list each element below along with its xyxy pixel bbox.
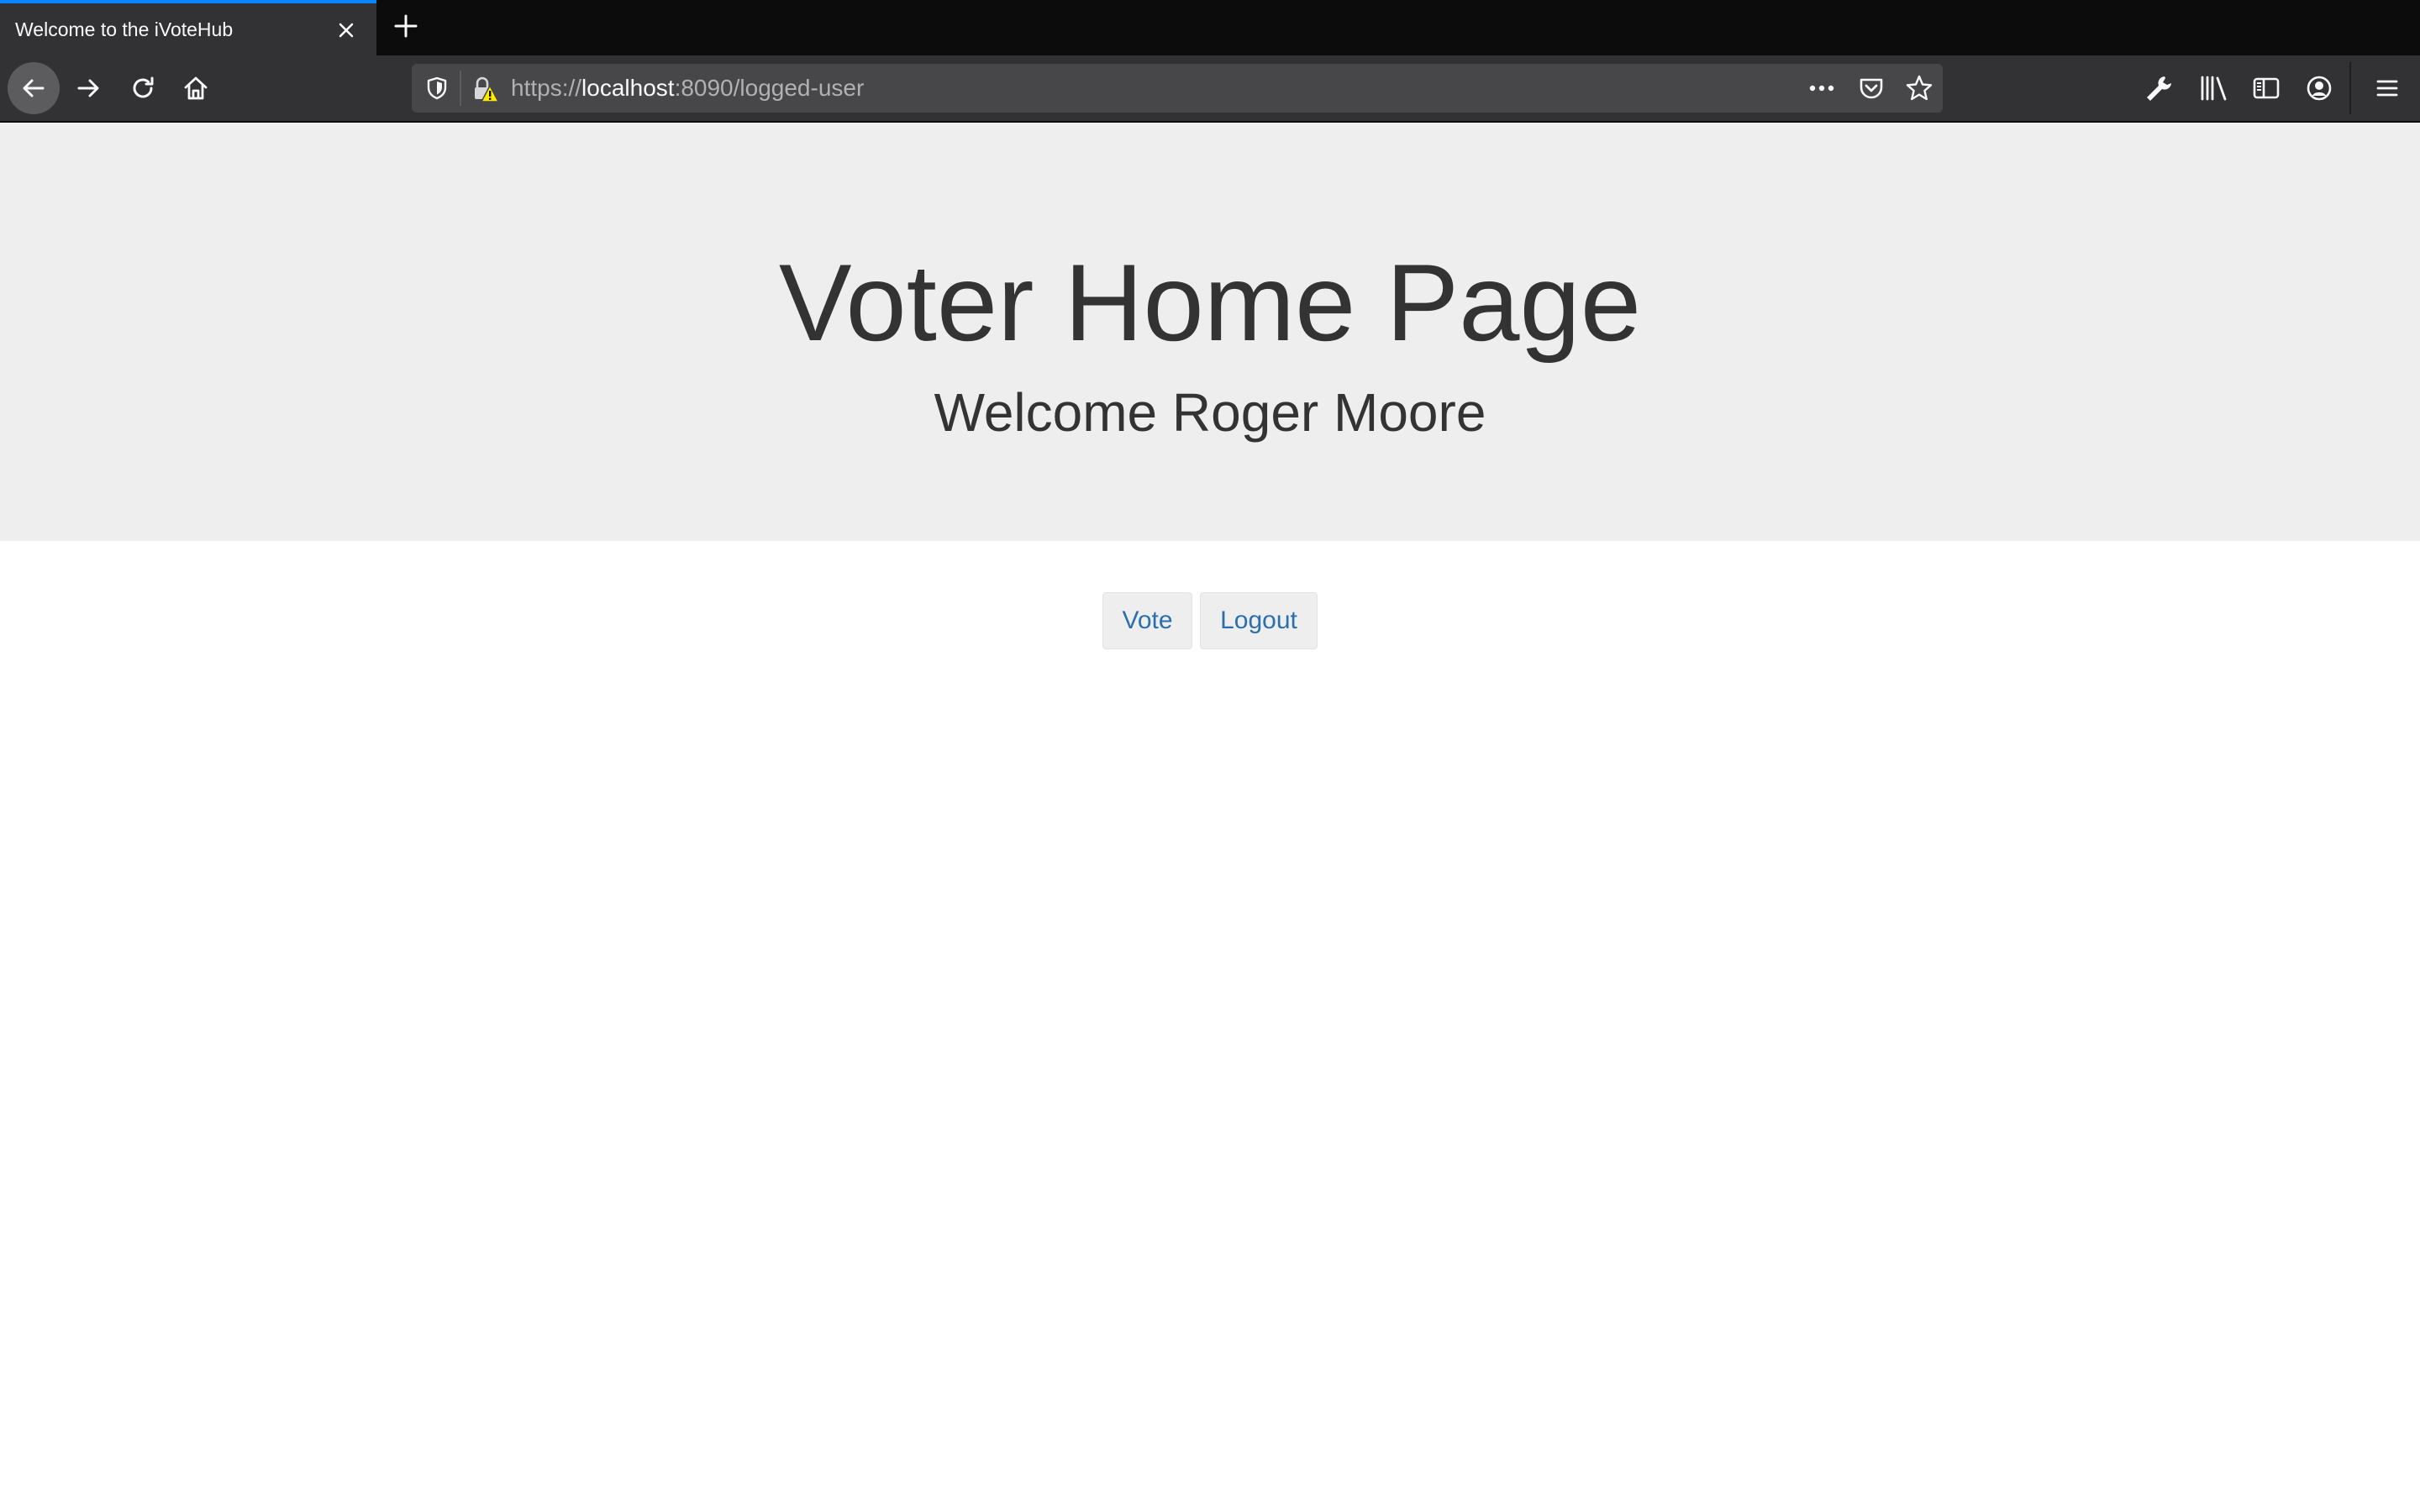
account-icon[interactable]: [2303, 72, 2335, 104]
arrow-right-icon: [77, 79, 99, 97]
sidebar-icon[interactable]: [2250, 72, 2282, 104]
home-button[interactable]: [170, 62, 222, 114]
url-scheme: https://: [511, 75, 582, 101]
reload-button[interactable]: [117, 62, 169, 114]
active-tab[interactable]: Welcome to the iVoteHub: [0, 0, 376, 55]
star-icon[interactable]: [1904, 73, 1934, 103]
forward-button[interactable]: [62, 62, 114, 114]
url-bar[interactable]: https://localhost:8090/logged-user: [412, 64, 1943, 113]
navigation-toolbar: https://localhost:8090/logged-user: [0, 55, 2420, 123]
close-icon[interactable]: [333, 17, 360, 44]
url-host: localhost: [581, 75, 675, 101]
plus-icon[interactable]: [392, 12, 420, 40]
logout-button[interactable]: Logout: [1200, 592, 1318, 649]
tab-title: Welcome to the iVoteHub: [15, 18, 234, 40]
url-text[interactable]: https://localhost:8090/logged-user: [511, 72, 864, 104]
url-divider: [460, 71, 461, 106]
wrench-icon[interactable]: [2143, 72, 2175, 104]
toolbar-separator: [2349, 62, 2351, 114]
page-header: Voter Home Page Welcome Roger Moore: [0, 123, 2420, 541]
welcome-message: Welcome Roger Moore: [934, 382, 1486, 443]
vote-button[interactable]: Vote: [1102, 592, 1192, 649]
tab-bar: Welcome to the iVoteHub: [0, 0, 2420, 55]
insecure-lock-warning-icon[interactable]: [470, 74, 500, 104]
page-title: Voter Home Page: [778, 241, 1642, 364]
more-dots-icon[interactable]: [1807, 75, 1837, 102]
reload-icon: [133, 76, 154, 98]
library-icon[interactable]: [2197, 72, 2229, 104]
arrow-left-icon: [23, 79, 45, 97]
home-icon: [184, 76, 208, 100]
tracking-shield-icon[interactable]: [424, 75, 450, 102]
back-button[interactable]: [8, 62, 60, 114]
url-path: :8090/logged-user: [674, 75, 865, 101]
pocket-icon[interactable]: [1857, 74, 1886, 102]
hamburger-menu-icon[interactable]: [2371, 72, 2403, 104]
